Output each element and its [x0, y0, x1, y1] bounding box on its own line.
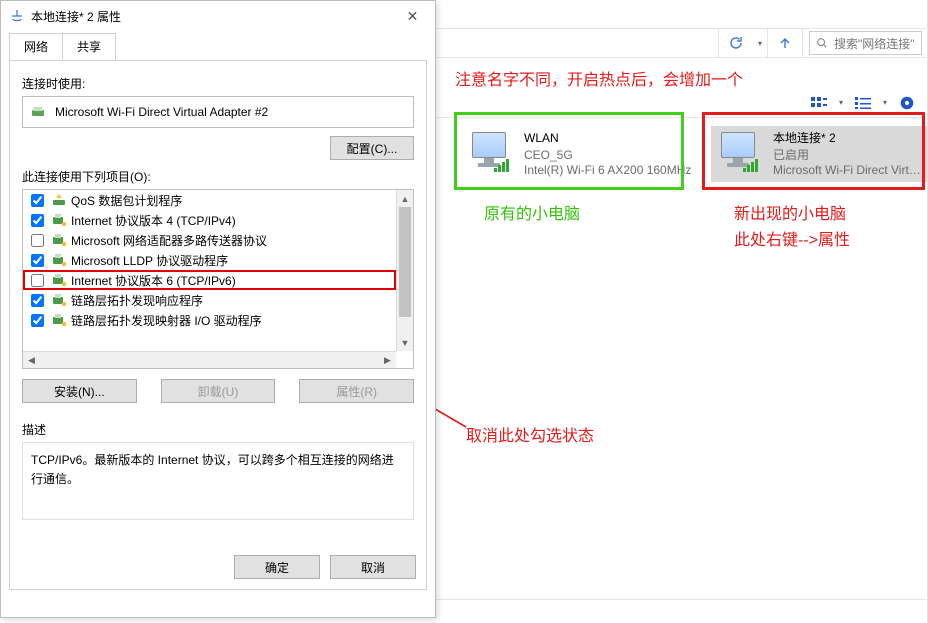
toolbar-up-icon[interactable] — [768, 29, 802, 57]
uninstall-button[interactable]: 卸载(U) — [161, 379, 276, 403]
tab-sharing[interactable]: 共享 — [62, 33, 116, 60]
scroll-thumb[interactable] — [399, 207, 411, 317]
item-properties-button[interactable]: 属性(R) — [299, 379, 414, 403]
annotation-left-tile: 原有的小电脑 — [484, 200, 580, 224]
properties-dialog: 本地连接* 2 属性 ✕ 网络 共享 连接时使用: Microsoft Wi-F… — [0, 0, 436, 618]
protocol-checkbox[interactable] — [31, 274, 44, 287]
scroll-down-icon[interactable]: ▼ — [397, 334, 413, 351]
protocol-icon — [51, 212, 67, 228]
protocol-icon — [51, 272, 67, 288]
annotation-right-tile-1: 新出现的小电脑 — [734, 200, 846, 224]
protocol-checkbox[interactable] — [31, 234, 44, 247]
protocol-label: Internet 协议版本 6 (TCP/IPv6) — [71, 272, 236, 289]
protocol-icon — [51, 252, 67, 268]
protocol-checkbox[interactable] — [31, 314, 44, 327]
protocol-checkbox[interactable] — [31, 194, 44, 207]
cancel-button[interactable]: 取消 — [330, 555, 416, 579]
tab-strip: 网络 共享 — [1, 31, 435, 60]
adapter-icon-small — [31, 104, 47, 120]
protocol-checkbox[interactable] — [31, 254, 44, 267]
scroll-left-icon[interactable]: ◀ — [23, 352, 40, 369]
protocol-label: Microsoft 网络适配器多路传送器协议 — [71, 232, 267, 249]
dialog-title-text: 本地连接* 2 属性 — [31, 8, 121, 25]
protocol-item[interactable]: Internet 协议版本 4 (TCP/IPv4) — [23, 210, 396, 230]
annotation-uncheck: 取消此处勾选状态 — [466, 422, 594, 446]
ok-button[interactable]: 确定 — [234, 555, 320, 579]
protocol-label: QoS 数据包计划程序 — [71, 192, 182, 209]
adapter-field: Microsoft Wi-Fi Direct Virtual Adapter #… — [22, 96, 414, 128]
protocol-label: 链路层拓扑发现映射器 I/O 驱动程序 — [71, 312, 262, 329]
search-placeholder: 搜索"网络连接" — [834, 35, 915, 52]
protocol-item[interactable]: 链路层拓扑发现响应程序 — [23, 290, 396, 310]
tab-panel-network: 连接时使用: Microsoft Wi-Fi Direct Virtual Ad… — [9, 60, 427, 590]
items-label: 此连接使用下列项目(O): — [22, 168, 414, 185]
protocol-icon — [51, 232, 67, 248]
items-listbox[interactable]: QoS 数据包计划程序 Internet 协议版本 4 (TCP/IPv4) Mic… — [22, 189, 414, 369]
adapter-name: Microsoft Wi-Fi Direct Virtual Adapter #… — [55, 105, 268, 119]
scroll-up-icon[interactable]: ▲ — [397, 190, 413, 207]
protocol-label: 链路层拓扑发现响应程序 — [71, 292, 203, 309]
search-icon — [816, 37, 828, 49]
protocol-checkbox[interactable] — [31, 294, 44, 307]
protocol-item[interactable]: Microsoft 网络适配器多路传送器协议 — [23, 230, 396, 250]
view-large-menu[interactable]: ▾ — [834, 98, 848, 107]
view-details-menu[interactable]: ▾ — [878, 98, 892, 107]
scroll-right-icon[interactable]: ▶ — [379, 352, 396, 369]
toolbar-refresh-icon[interactable] — [719, 29, 753, 57]
protocol-item[interactable]: 链路层拓扑发现映射器 I/O 驱动程序 — [23, 310, 396, 330]
annotation-box-red — [702, 112, 925, 190]
protocol-icon — [51, 292, 67, 308]
dialog-titlebar[interactable]: 本地连接* 2 属性 ✕ — [1, 1, 435, 31]
dialog-title-icon — [9, 8, 25, 24]
tab-network[interactable]: 网络 — [9, 33, 63, 60]
protocol-item[interactable]: QoS 数据包计划程序 — [23, 190, 396, 210]
annotation-box-green — [454, 112, 684, 190]
protocol-item[interactable]: Internet 协议版本 6 (TCP/IPv6) — [23, 270, 396, 290]
scrollbar-horizontal[interactable]: ◀ ▶ — [23, 351, 396, 368]
protocol-label: Microsoft LLDP 协议驱动程序 — [71, 252, 228, 269]
connect-using-label: 连接时使用: — [22, 75, 414, 92]
toolbar-refresh-menu[interactable]: ▾ — [753, 29, 767, 57]
configure-button[interactable]: 配置(C)... — [330, 136, 414, 160]
install-button[interactable]: 安装(N)... — [22, 379, 137, 403]
description-text: TCP/IPv6。最新版本的 Internet 协议，可以跨多个相互连接的网络进… — [22, 442, 414, 520]
annotation-right-tile-2: 此处右键-->属性 — [734, 226, 850, 250]
protocol-label: Internet 协议版本 4 (TCP/IPv4) — [71, 212, 236, 229]
annotation-top: 注意名字不同，开启热点后，会增加一个 — [455, 66, 743, 90]
protocol-icon — [51, 312, 67, 328]
close-button[interactable]: ✕ — [390, 1, 435, 31]
protocol-item[interactable]: Microsoft LLDP 协议驱动程序 — [23, 250, 396, 270]
description-label: 描述 — [22, 421, 414, 438]
explorer-search[interactable]: 搜索"网络连接" — [809, 31, 922, 55]
protocol-icon — [51, 192, 67, 208]
scrollbar-vertical[interactable]: ▲ ▼ — [396, 190, 413, 351]
protocol-checkbox[interactable] — [31, 214, 44, 227]
explorer-toolbar: ▾ 搜索"网络连接" — [437, 28, 926, 58]
